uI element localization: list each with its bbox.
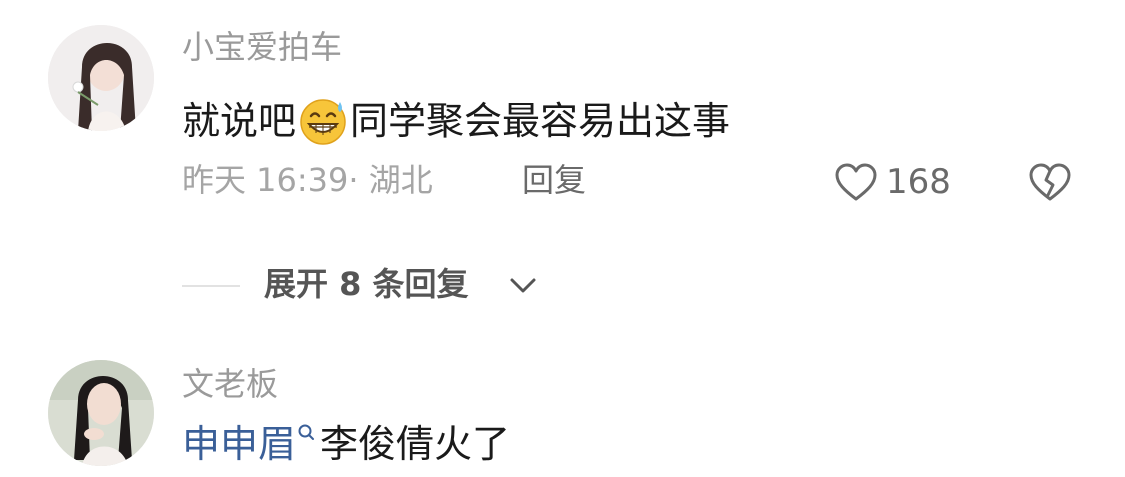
heart-outline-icon <box>835 163 877 201</box>
avatar-image <box>48 25 154 131</box>
mention-link[interactable]: 申申眉 <box>182 425 296 463</box>
divider <box>182 285 240 287</box>
comment-text-part: 李俊倩火了 <box>320 422 511 466</box>
reply-button[interactable]: 回复 <box>522 164 586 196</box>
chevron-down-icon <box>510 278 536 293</box>
like-button[interactable]: 168 <box>834 162 951 202</box>
avatar[interactable] <box>48 25 154 131</box>
comment-time-location: 昨天 16:39· 湖北 <box>182 161 433 199</box>
comment-text-part: 就说吧 <box>182 99 297 143</box>
comment-username[interactable]: 小宝爱拍车 <box>182 31 342 63</box>
avatar[interactable] <box>48 360 154 466</box>
comment-username[interactable]: 文老板 <box>182 368 278 400</box>
like-count: 168 <box>886 162 951 202</box>
expand-replies-label: 展开 8 条回复 <box>264 265 469 303</box>
grinning-sweat-emoji-icon <box>298 96 348 146</box>
broken-heart-icon[interactable] <box>1028 162 1072 202</box>
comment-text: 就说吧 同学聚会最容易出这事 <box>182 96 730 146</box>
avatar-image <box>48 360 154 466</box>
comment-text-part: 同学聚会最容易出这事 <box>350 99 731 143</box>
comment-text: 申申眉 李俊倩火了 <box>182 422 511 466</box>
expand-replies-button[interactable]: 展开 8 条回复 <box>182 266 602 306</box>
comment-meta: 昨天 16:39· 湖北 回复 168 <box>182 162 1082 202</box>
search-icon <box>298 424 315 440</box>
